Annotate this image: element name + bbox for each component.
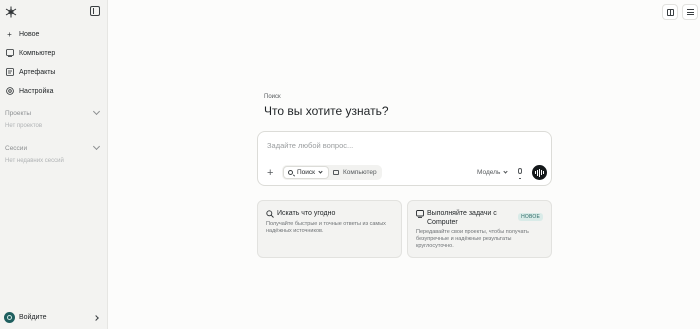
chevron-down-icon (503, 169, 508, 174)
chevron-down-icon (92, 142, 101, 151)
chevron-down-icon (92, 107, 101, 116)
card-title-line: Выполняйте задачи с (427, 210, 497, 217)
computer-icon (333, 170, 339, 175)
login-button[interactable]: Войдите (4, 311, 102, 324)
card-title-line: Computer (427, 219, 458, 226)
sidebar-item-label: Новое (19, 30, 40, 38)
menu-icon (686, 9, 694, 15)
sidebar-item-label: Артефакты (19, 68, 56, 76)
voice-mode-button[interactable] (532, 165, 547, 180)
sidebar-item-label: Компьютер (19, 49, 56, 57)
library-button[interactable] (662, 4, 678, 20)
page-title: Что вы хотите узнать? (264, 104, 389, 118)
sidebar-item-new[interactable]: + Новое (5, 27, 39, 41)
sessions-label: Сессии (5, 144, 28, 152)
chevron-down-icon (318, 169, 323, 174)
chevron-right-icon (93, 314, 99, 321)
search-icon (266, 210, 274, 218)
menu-button[interactable] (682, 4, 698, 20)
logo-icon[interactable] (5, 6, 17, 18)
login-label: Войдите (19, 314, 47, 321)
card-computer-tasks[interactable]: Выполняйте задачи с Computer НОВОЕ Перед… (407, 200, 552, 258)
projects-empty-text: Нет проектов (5, 123, 43, 129)
projects-section-header[interactable]: Проекты (5, 107, 101, 119)
model-select[interactable]: Модель (477, 169, 508, 176)
card-title: Искать что угодно (277, 210, 336, 217)
mode-search-button[interactable]: Поиск (283, 166, 329, 179)
library-icon (666, 8, 674, 16)
avatar (4, 312, 15, 323)
sidebar-item-artifacts[interactable]: Артефакты (5, 65, 55, 79)
mode-switch: Поиск Компьютер (282, 165, 382, 180)
mode-computer-label: Компьютер (343, 169, 377, 176)
card-description: круглосуточно. (416, 243, 454, 249)
add-attachment-icon[interactable]: + (267, 168, 273, 179)
card-search-anything[interactable]: Искать что угодно Получайте быстрые и то… (257, 200, 402, 258)
card-description: безупречные и надёжные результаты (416, 236, 512, 242)
microphone-icon[interactable] (518, 168, 522, 179)
card-description: Передавайте свои проекты, чтобы получать (416, 229, 529, 235)
mode-search-label: Поиск (297, 169, 316, 176)
model-label: Модель (477, 169, 501, 176)
card-description: Получайте быстрые и точные ответы из сам… (266, 221, 386, 227)
sessions-empty-text: Нет недавних сессий (5, 158, 64, 164)
mode-computer-button[interactable]: Компьютер (333, 165, 377, 180)
waveform-icon (535, 171, 536, 174)
sidebar-item-settings[interactable]: Настройка (5, 84, 53, 98)
page-kicker: Поиск (264, 94, 281, 100)
collapse-sidebar-icon[interactable] (90, 6, 100, 16)
plus-icon: + (7, 29, 12, 39)
computer-icon (5, 49, 14, 58)
card-title: Выполняйте задачи с Computer (427, 209, 497, 227)
search-icon (288, 170, 293, 175)
computer-icon (416, 210, 424, 218)
sidebar-item-label: Настройка (19, 87, 54, 95)
settings-icon (5, 87, 14, 96)
card-description: надёжных источников. (266, 228, 324, 234)
artifacts-icon (5, 68, 14, 77)
projects-label: Проекты (5, 109, 32, 117)
sessions-section-header[interactable]: Сессии (5, 142, 101, 154)
sidebar-item-computer[interactable]: Компьютер (5, 46, 55, 60)
sidebar: + Новое Компьютер Артефакты Настройка Пр… (0, 0, 108, 329)
question-input[interactable]: Задайте любой вопрос... (267, 141, 353, 150)
new-badge: НОВОЕ (518, 213, 543, 221)
composer: Задайте любой вопрос... + Поиск Компьюте… (257, 131, 552, 186)
